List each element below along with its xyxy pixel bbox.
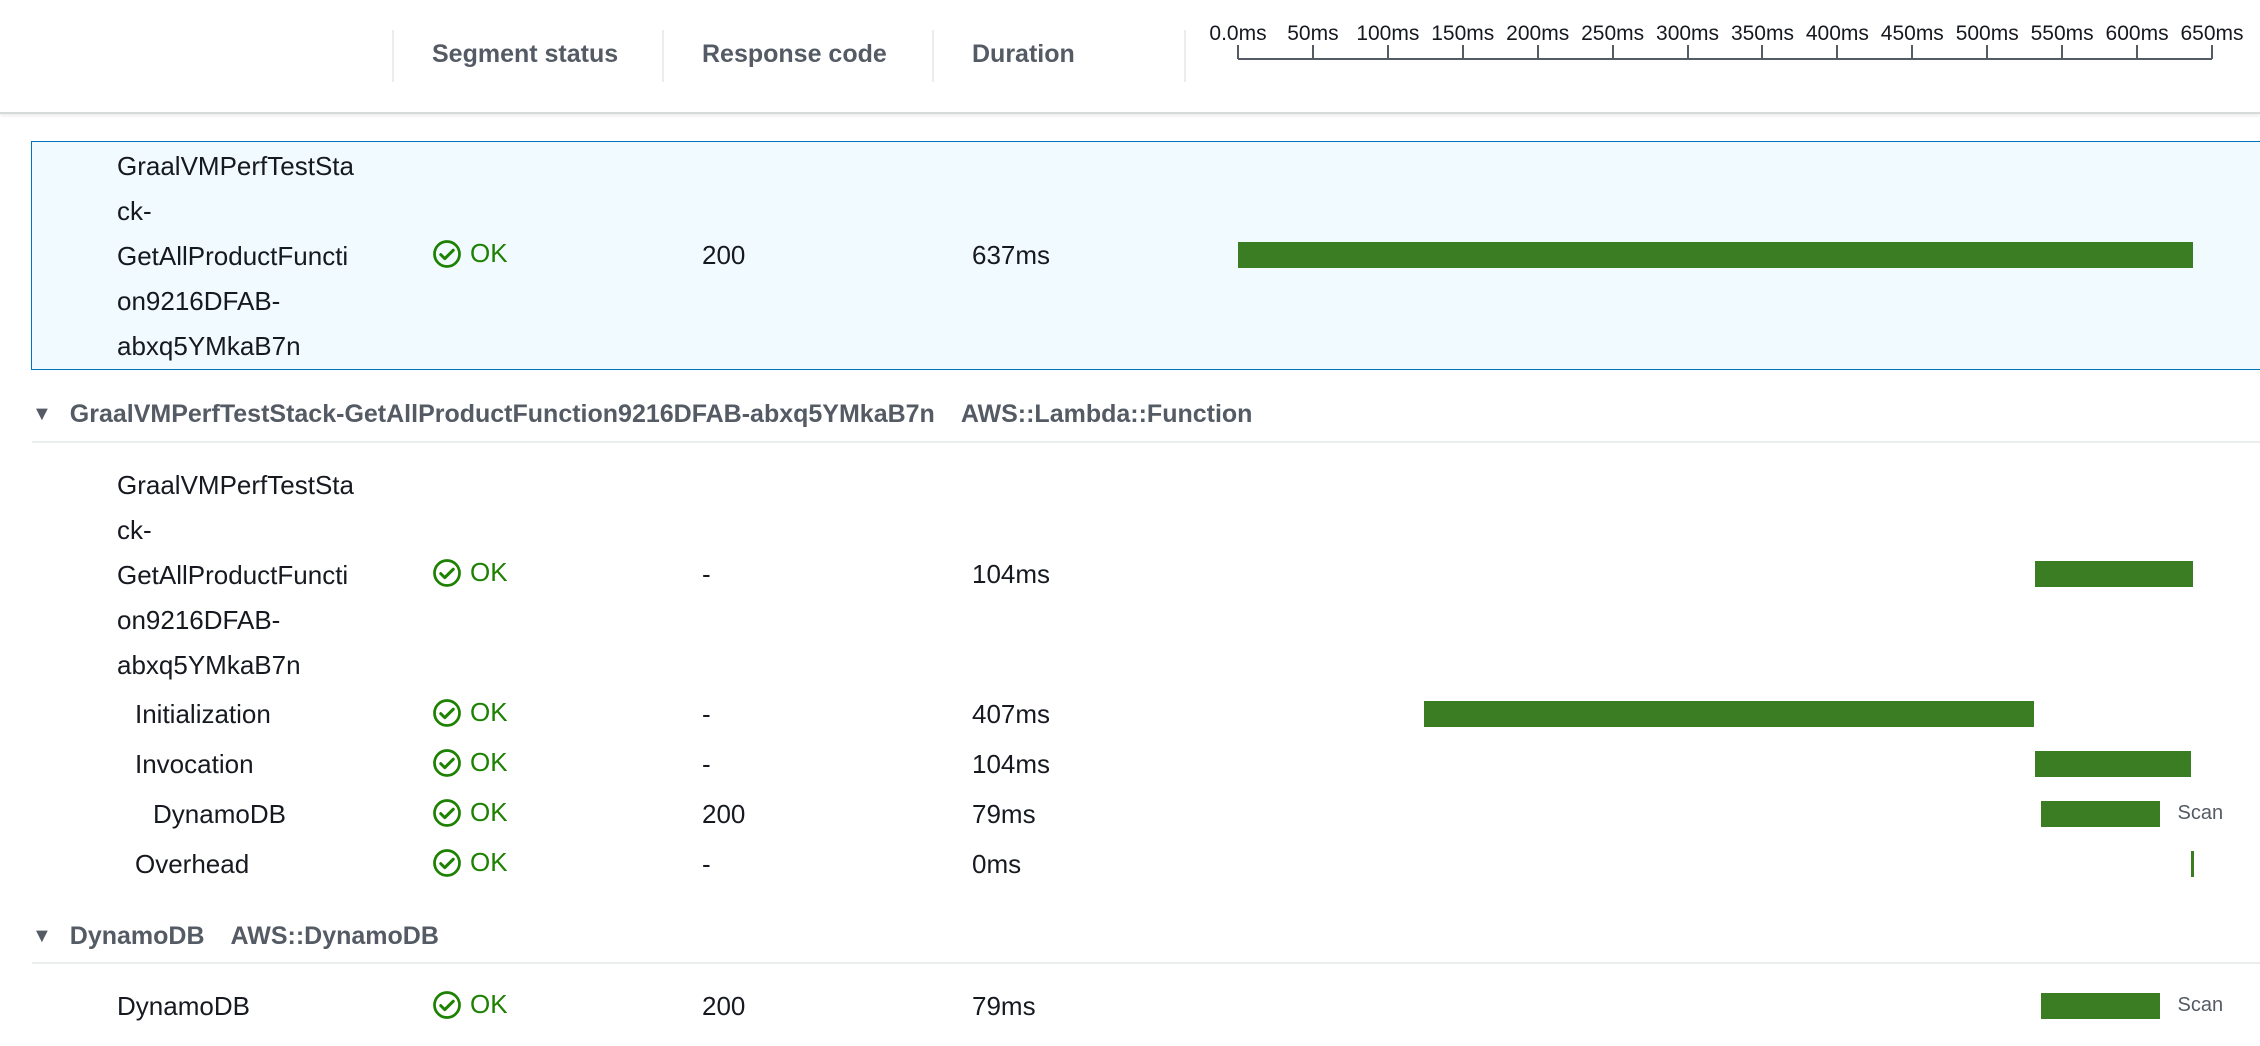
timeline-axis-line	[1238, 58, 2212, 60]
column-header-response-code[interactable]: Response code	[702, 40, 887, 69]
timeline-tick	[1611, 45, 1614, 59]
status-label: OK	[470, 989, 508, 1019]
group-name: DynamoDB	[69, 922, 205, 950]
response-code: -	[702, 559, 711, 589]
timeline-tick	[1311, 45, 1314, 59]
timeline-tick-label: 400ms	[1805, 22, 1869, 45]
response-code: 200	[702, 991, 746, 1021]
column-separator[interactable]	[392, 30, 394, 82]
duration: 0ms	[972, 849, 1022, 879]
duration: 79ms	[972, 799, 1036, 829]
timeline-tick-label: 450ms	[1880, 22, 1944, 45]
timeline-tick	[1686, 45, 1689, 59]
timeline-tick	[1761, 45, 1764, 59]
check-circle-icon	[433, 239, 461, 268]
bar-annotation: Scan	[2177, 802, 2224, 824]
segment-name: Initialization	[135, 699, 271, 729]
duration: 79ms	[972, 991, 1036, 1021]
segment-name: Overhead	[135, 849, 250, 879]
status-label: OK	[470, 238, 508, 268]
timeline-bar[interactable]	[2041, 993, 2160, 1019]
status-label: OK	[470, 797, 508, 827]
timeline-tick	[1386, 45, 1389, 59]
check-circle-icon	[433, 698, 461, 727]
timeline-bar[interactable]	[1423, 701, 2034, 727]
status-label: OK	[470, 697, 508, 727]
duration: 407ms	[972, 699, 1051, 729]
timeline-tick	[1461, 45, 1464, 59]
segment-name: GraalVMPerfTestSta ck- GetAllProductFunc…	[117, 470, 354, 680]
column-header-segment-status[interactable]: Segment status	[432, 40, 618, 69]
response-code: -	[702, 749, 711, 779]
timeline-tick-label: 150ms	[1431, 22, 1495, 45]
check-circle-icon	[433, 848, 461, 877]
timeline-tick-label: 250ms	[1581, 22, 1645, 45]
timeline-tick	[2211, 45, 2213, 59]
segment-status: OK	[432, 747, 508, 778]
segment-status: OK	[432, 238, 508, 269]
timeline-tick-label: 100ms	[1356, 22, 1420, 45]
timeline-tick-label: 200ms	[1506, 22, 1570, 45]
response-code: -	[702, 849, 711, 879]
bar-annotation: Scan	[2177, 994, 2224, 1016]
duration: 104ms	[972, 559, 1051, 589]
column-separator[interactable]	[1184, 30, 1186, 82]
timeline-bar[interactable]	[2191, 851, 2195, 877]
response-code: 200	[702, 799, 746, 829]
group-header-lambda[interactable]: ▼ GraalVMPerfTestStack-GetAllProductFunc…	[32, 400, 1252, 429]
timeline-bar[interactable]	[2035, 561, 2193, 587]
segment-name: GraalVMPerfTestSta ck- GetAllProductFunc…	[117, 151, 354, 361]
status-label: OK	[470, 847, 508, 877]
timeline-tick-label: 600ms	[2105, 22, 2169, 45]
column-separator[interactable]	[662, 30, 664, 82]
column-separator[interactable]	[932, 30, 934, 82]
timeline-tick	[2136, 45, 2139, 59]
timeline-tick-label: 350ms	[1730, 22, 1794, 45]
segment-status: OK	[432, 847, 508, 878]
timeline-tick	[1911, 45, 1914, 59]
segment-name: DynamoDB	[117, 991, 250, 1021]
group-name: GraalVMPerfTestStack-GetAllProductFuncti…	[69, 400, 935, 428]
check-circle-icon	[433, 748, 461, 777]
timeline-tick-label: 550ms	[2030, 22, 2094, 45]
duration: 637ms	[972, 240, 1051, 270]
response-code: -	[702, 699, 711, 729]
timeline-bar[interactable]	[2041, 801, 2160, 827]
duration: 104ms	[972, 749, 1051, 779]
timeline-tick	[1986, 45, 1989, 59]
timeline-bar[interactable]	[1238, 242, 2193, 268]
timeline-tick-label: 500ms	[1955, 22, 2019, 45]
segment-status: OK	[432, 989, 508, 1020]
segment-name: DynamoDB	[153, 799, 286, 829]
segment-status: OK	[432, 557, 508, 588]
segment-name: Invocation	[135, 749, 254, 779]
caret-down-icon[interactable]: ▼	[32, 403, 52, 426]
timeline-tick-label: 650ms	[2180, 22, 2244, 45]
segment-status: OK	[432, 697, 508, 728]
timeline-tick-label: 50ms	[1287, 22, 1339, 45]
column-header-duration[interactable]: Duration	[972, 40, 1075, 69]
timeline-tick	[1536, 45, 1539, 59]
timeline-bar[interactable]	[2035, 751, 2191, 777]
timeline-tick	[1836, 45, 1839, 59]
timeline-header: Segment status Response code Duration 0.…	[0, 0, 2260, 114]
segment-status: OK	[432, 797, 508, 828]
caret-down-icon[interactable]: ▼	[32, 925, 52, 948]
timeline-tick-label: 0.0ms	[1209, 22, 1267, 45]
timeline-tick	[2061, 45, 2064, 59]
timeline-tick	[1237, 45, 1239, 59]
response-code: 200	[702, 240, 746, 270]
group-type: AWS::Lambda::Function	[960, 400, 1253, 428]
group-divider	[32, 962, 2260, 964]
check-circle-icon	[433, 558, 461, 587]
check-circle-icon	[433, 990, 461, 1019]
timeline-tick-label: 300ms	[1656, 22, 1720, 45]
check-circle-icon	[433, 798, 461, 827]
group-divider	[32, 441, 2260, 443]
group-header-dynamodb[interactable]: ▼ DynamoDB AWS::DynamoDB	[32, 922, 439, 951]
status-label: OK	[470, 747, 508, 777]
group-type: AWS::DynamoDB	[230, 922, 439, 950]
status-label: OK	[470, 557, 508, 587]
